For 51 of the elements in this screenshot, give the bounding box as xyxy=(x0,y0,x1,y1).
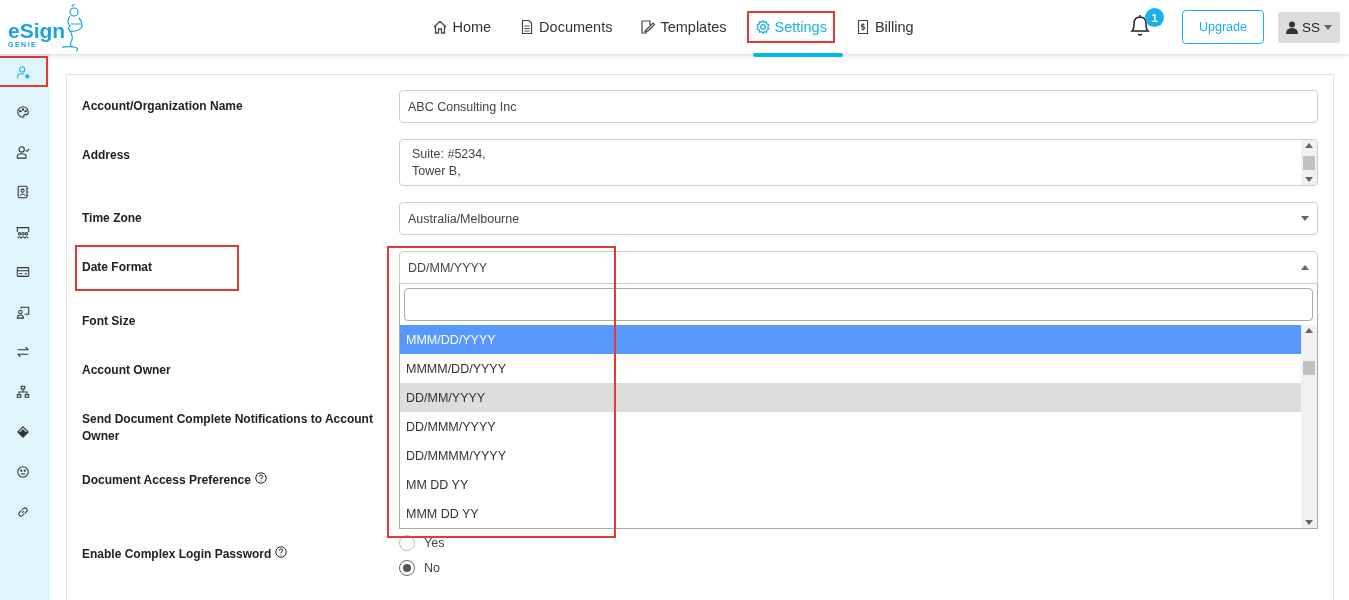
pen-on-page-icon xyxy=(640,19,657,35)
radio-label: No xyxy=(424,561,440,575)
user-menu-button[interactable]: SS xyxy=(1278,11,1340,43)
text-field[interactable]: ABC Consulting Inc xyxy=(399,90,1318,123)
dropdown-option[interactable]: DD/MM/YYYY xyxy=(400,383,1301,412)
radio-button[interactable] xyxy=(399,560,415,576)
home-icon xyxy=(432,19,449,35)
layers-icon xyxy=(16,424,30,439)
group-icon xyxy=(16,224,30,239)
settings-icon xyxy=(754,19,771,35)
help-icon[interactable] xyxy=(275,546,288,558)
radio-label: Yes xyxy=(424,536,445,550)
contact-book-icon xyxy=(16,184,30,199)
dropdown-option[interactable]: DD/MMMM/YYYY xyxy=(400,441,1301,470)
nav-tab[interactable]: Templates xyxy=(632,11,735,43)
field-label: Account Owner xyxy=(82,362,172,379)
palette-icon xyxy=(16,104,30,119)
field-label: Time Zone xyxy=(82,210,143,227)
field-label: Address xyxy=(82,147,132,164)
field-label: Send Document Complete Notifications to Account Owner xyxy=(82,411,374,445)
nav-tab[interactable]: Documents xyxy=(511,11,621,43)
field-label: Document Access Preference xyxy=(82,461,399,519)
user-gear-icon xyxy=(16,64,30,79)
link-icon xyxy=(16,504,30,519)
address-textarea[interactable]: Suite: #5234, Tower B, xyxy=(399,139,1318,186)
dropdown-option[interactable]: DD/MMM/YYYY xyxy=(400,412,1301,441)
scrollbar[interactable] xyxy=(1301,325,1317,528)
help-icon[interactable] xyxy=(254,472,267,484)
select-field[interactable]: DD/MM/YYYY xyxy=(399,251,1318,284)
network-icon xyxy=(16,384,30,399)
bell-icon[interactable] xyxy=(1128,12,1153,38)
field-label: Font Size xyxy=(82,313,137,330)
field-label: Enable Complex Login Password xyxy=(82,535,399,576)
caret-icon xyxy=(1301,265,1309,270)
nav-tab[interactable]: Home xyxy=(424,11,500,43)
swap-arrows-icon xyxy=(16,344,30,359)
dropdown-option[interactable]: MMM DD YY xyxy=(400,499,1301,528)
nav-tab[interactable]: Billing xyxy=(846,11,922,43)
caret-icon xyxy=(1301,216,1309,221)
user-icon xyxy=(1286,20,1298,34)
search-field[interactable] xyxy=(404,288,1313,321)
user-screen-icon xyxy=(16,304,30,319)
field-label: Account/Organization Name xyxy=(82,98,244,115)
dropdown-option[interactable]: MM DD YY xyxy=(400,470,1301,499)
field-label: Date Format xyxy=(77,247,237,289)
smiley-icon xyxy=(16,464,30,479)
user-check-icon xyxy=(16,144,30,159)
card-icon xyxy=(16,264,30,279)
dropdown-option[interactable]: MMMM/DD/YYYY xyxy=(400,354,1301,383)
notification-badge: 1 xyxy=(1145,8,1165,27)
select-field[interactable]: Australia/Melbourne xyxy=(399,202,1318,235)
